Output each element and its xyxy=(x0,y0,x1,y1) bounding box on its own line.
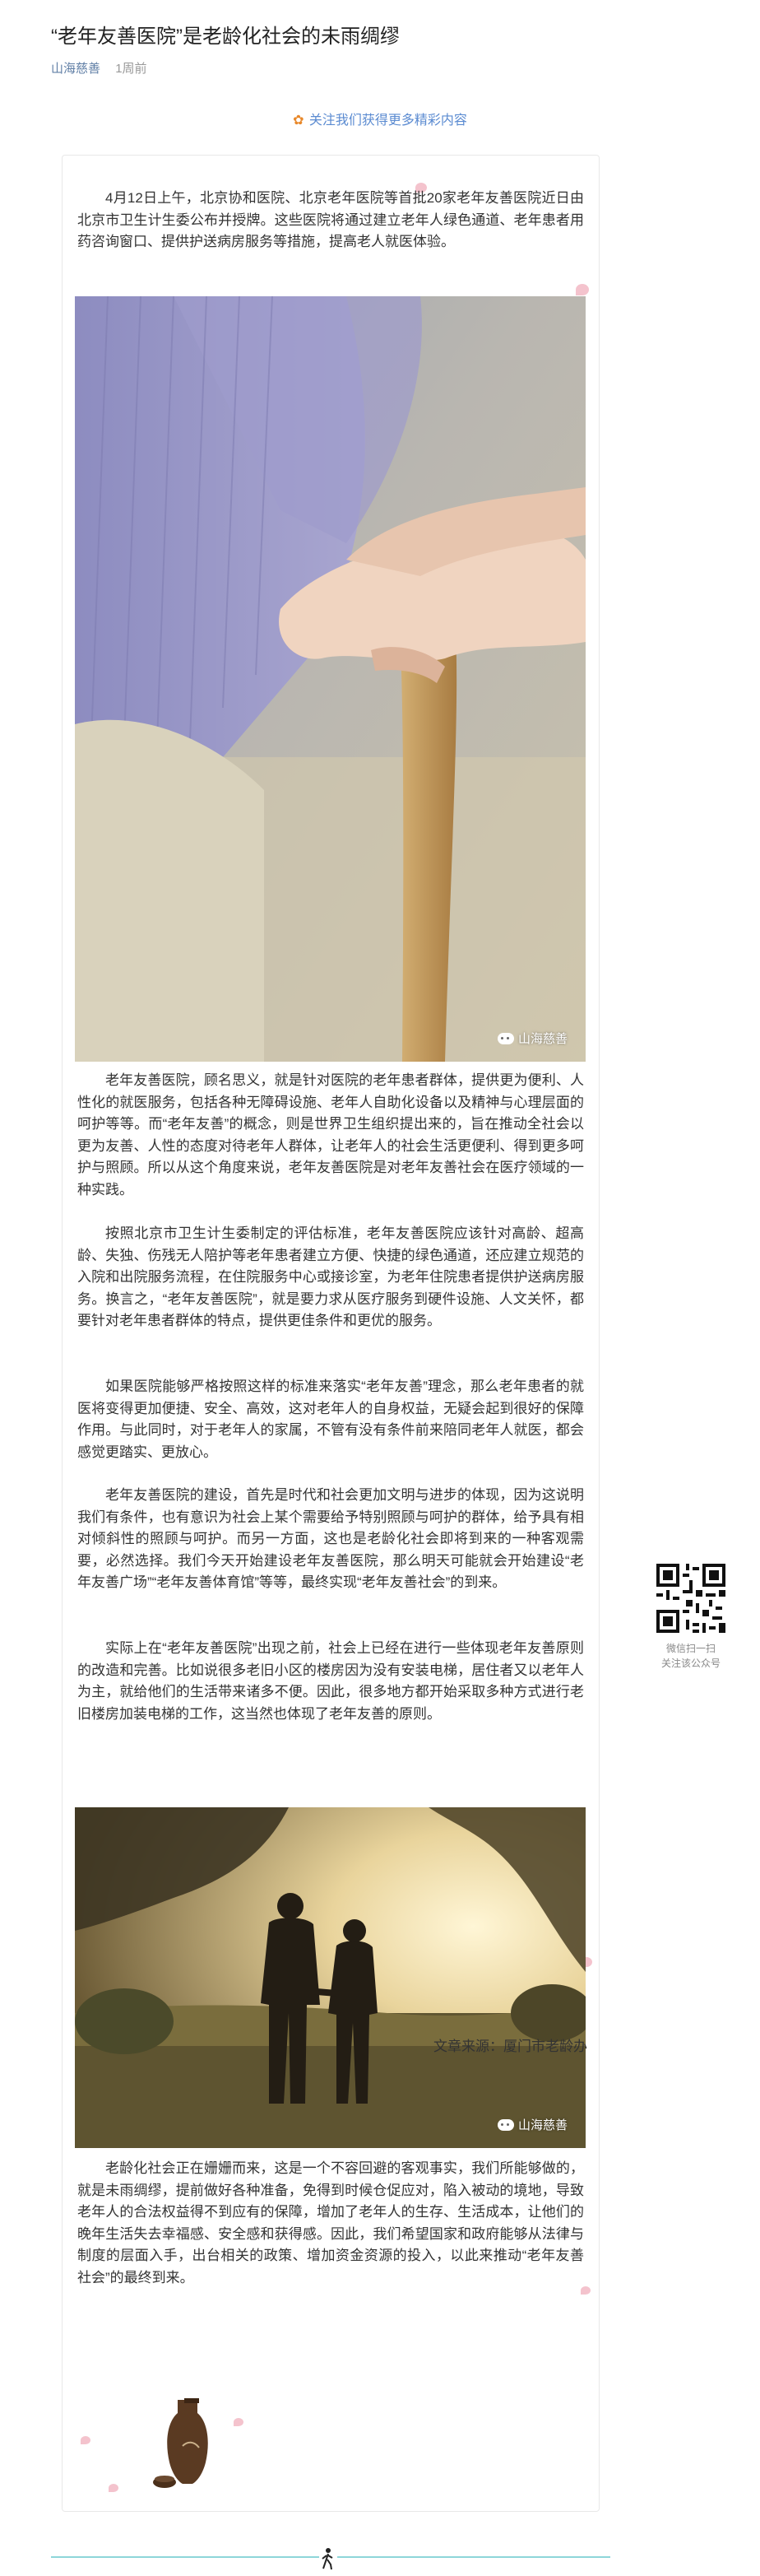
article-paragraph: 如果医院能够严格按照这样的标准来落实“老年友善”理念，那么老年患者的就医将变得更… xyxy=(77,1379,584,1460)
petal-decoration xyxy=(81,2436,90,2444)
follow-banner[interactable]: ✿ 关注我们获得更多精彩内容 xyxy=(0,109,760,128)
flower-icon: ✿ xyxy=(293,114,304,128)
wechat-icon xyxy=(497,1033,514,1044)
image-watermark: 山海慈善 xyxy=(497,2116,568,2133)
article-source: 文章来源：厦门市老龄办 xyxy=(433,2039,587,2054)
article-paragraph: 按照北京市卫生计生委制定的评估标准，老年友善医院应该针对高龄、超高龄、失独、伤残… xyxy=(77,1225,584,1328)
wechat-icon xyxy=(497,2119,514,2131)
petal-decoration xyxy=(109,2484,118,2492)
account-name-link[interactable]: 山海慈善 xyxy=(51,62,100,76)
article-paragraph: 老龄化社会正在姗姗而来，这是一个不容回避的客观事实，我们所能够做的，就是未雨绸缪… xyxy=(77,2160,584,2285)
article-paragraph: 老年友善医院，顾名思义，就是针对医院的老年患者群体，提供更为便利、人性化的就医服… xyxy=(77,1072,584,1197)
page-title: “老年友善医院”是老龄化社会的未雨绸缪 xyxy=(51,26,400,48)
petal-decoration xyxy=(234,2418,243,2426)
walking-person-icon xyxy=(319,2546,337,2571)
article-paragraph: 实际上在“老年友善医院”出现之前，社会上已经在进行一些体现老年友善原则的改造和完… xyxy=(77,1640,584,1722)
publish-time: 1周前 xyxy=(115,62,147,76)
vase-decoration xyxy=(153,2398,208,2488)
qr-code-panel: 微信扫一扫 关注该公众号 xyxy=(651,1560,730,1671)
image-watermark: 山海慈善 xyxy=(497,1030,568,1047)
elderly-couple-photo: 山海慈善 xyxy=(75,1807,586,2148)
qr-caption: 微信扫一扫 关注该公众号 xyxy=(660,1643,721,1669)
article-paragraph: 老年友善医院的建设，首先是时代和社会更加文明与进步的体现，因为这说明我们有条件，… xyxy=(77,1487,584,1590)
cane-photo: 山海慈善 xyxy=(75,296,586,1062)
article-meta: 山海慈善 1周前 xyxy=(51,59,147,77)
follow-banner-text: 关注我们获得更多精彩内容 xyxy=(308,114,467,128)
petal-decoration xyxy=(576,284,589,295)
qr-code-image xyxy=(653,1560,729,1636)
article-paragraph: 4月12日上午，北京协和医院、北京老年医院等首批20家老年友善医院近日由北京市卫… xyxy=(77,190,584,249)
